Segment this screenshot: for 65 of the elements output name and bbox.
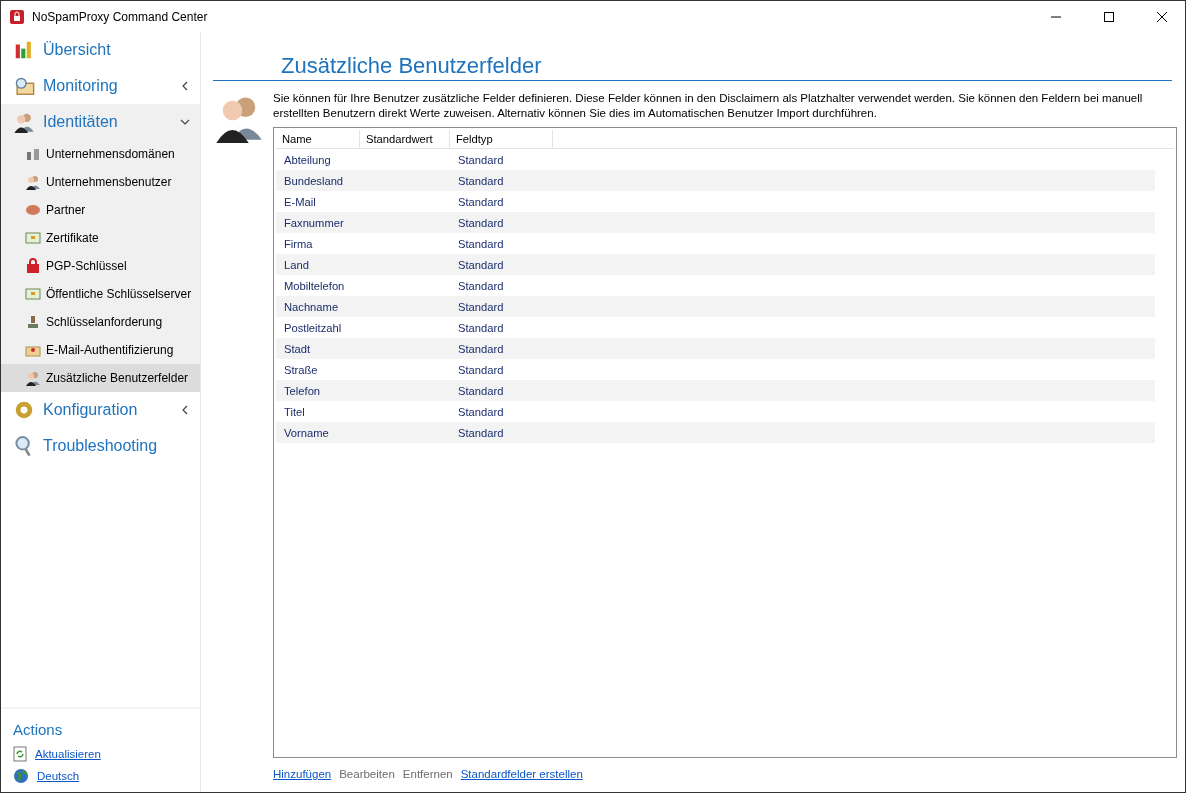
nav-item[interactable]: Partner [1, 196, 200, 224]
table-cell-text: Standard [457, 300, 505, 313]
table-cell-text: E-Mail [283, 195, 317, 208]
nav-group[interactable]: Identitäten [1, 104, 200, 140]
table-cell-text: Telefon [283, 384, 322, 397]
command-link[interactable]: Standardfelder erstellen [460, 768, 583, 780]
lock-icon [25, 258, 41, 274]
table-cell-text: Bundesland [283, 174, 345, 187]
action-link[interactable]: Deutsch [37, 770, 80, 782]
window-title: NoSpamProxy Command Center [32, 9, 209, 24]
table-cell-text: Titel [283, 405, 306, 418]
table-cell-text: Standard [457, 384, 505, 397]
chevron-icon[interactable] [180, 117, 190, 127]
nav-item[interactable]: Unternehmensbenutzer [1, 168, 200, 196]
people-icon [25, 174, 41, 190]
table-cell-text: Straße [283, 363, 319, 376]
nav-item[interactable]: Schlüsselanforderung [1, 308, 200, 336]
table-cell-text: Standard [457, 405, 505, 418]
chevron-icon[interactable] [180, 81, 190, 91]
table-cell-text: Postleitzahl [283, 321, 343, 334]
table-cell-text: Stadt [283, 342, 312, 355]
app-lock-icon [9, 8, 25, 25]
column-header[interactable]: Standardwert [360, 130, 450, 148]
table-cell-text: Standard [457, 342, 505, 355]
envelope-search-icon [13, 75, 35, 97]
people-icon [25, 370, 41, 386]
certificate-icon [25, 286, 41, 302]
refresh-icon [13, 746, 27, 762]
nav-item[interactable]: Öffentliche Schlüsselserver [1, 280, 200, 308]
table-cell-text: Standard [457, 153, 505, 166]
table-cell-text: Standard [457, 363, 505, 376]
table-cell-text: Vorname [283, 426, 330, 439]
table-cell-text: Land [283, 258, 310, 271]
actions-heading: Actions [13, 721, 64, 738]
nav-item[interactable]: Zertifikate [1, 224, 200, 252]
globe-icon [13, 768, 29, 784]
description-text: Sie können für Ihre Benutzer zusätzliche Felder definieren. Diese Felder können in den Disclaimern als Platzhalter verwendet werden. Sie können den Feldern bei manuell erstellten Benutzern direkt Werte zuweisen. Alternativ können Sie dies im Automatischen Benutzer Import durchführen. [273, 91, 1144, 121]
maximize-icon [1104, 11, 1114, 22]
table-cell-text: Standard [457, 237, 505, 250]
table-cell-text: Abteilung [283, 153, 332, 166]
table-cell-text: Standard [457, 426, 505, 439]
table-cell-text: Standard [457, 195, 505, 208]
stamp-icon [25, 314, 41, 330]
table-cell-text: Standard [457, 174, 505, 187]
nav-item[interactable]: Unternehmensdomänen [1, 140, 200, 168]
column-header[interactable]: Feldtyp [450, 130, 553, 148]
table-cell-text: Standard [457, 321, 505, 334]
table-cell-text: Standard [457, 279, 505, 292]
command-link[interactable]: Hinzufügen [273, 768, 332, 780]
page-title: Zusätzliche Benutzerfelder [213, 52, 1172, 81]
column-header[interactable]: Name [276, 130, 360, 148]
action-link[interactable]: Aktualisieren [35, 748, 101, 760]
table-cell-text: Faxnummer [283, 216, 345, 229]
chevron-icon[interactable] [180, 405, 190, 415]
table-cell-text: Standard [457, 216, 505, 229]
table-cell-text: Firma [283, 237, 314, 250]
nav-item[interactable]: E-Mail-Authentifizierung [1, 336, 200, 364]
table-cell-text: Mobiltelefon [283, 279, 346, 292]
certificate-icon [25, 230, 41, 246]
table-cell-text: Nachname [283, 300, 340, 313]
people-icon [13, 111, 35, 133]
table-cell-text: Standard [457, 258, 505, 271]
close-icon [1157, 11, 1167, 22]
nav-item[interactable]: PGP-Schlüssel [1, 252, 200, 280]
nav-item[interactable]: Zusätzliche Benutzerfelder [1, 364, 200, 392]
